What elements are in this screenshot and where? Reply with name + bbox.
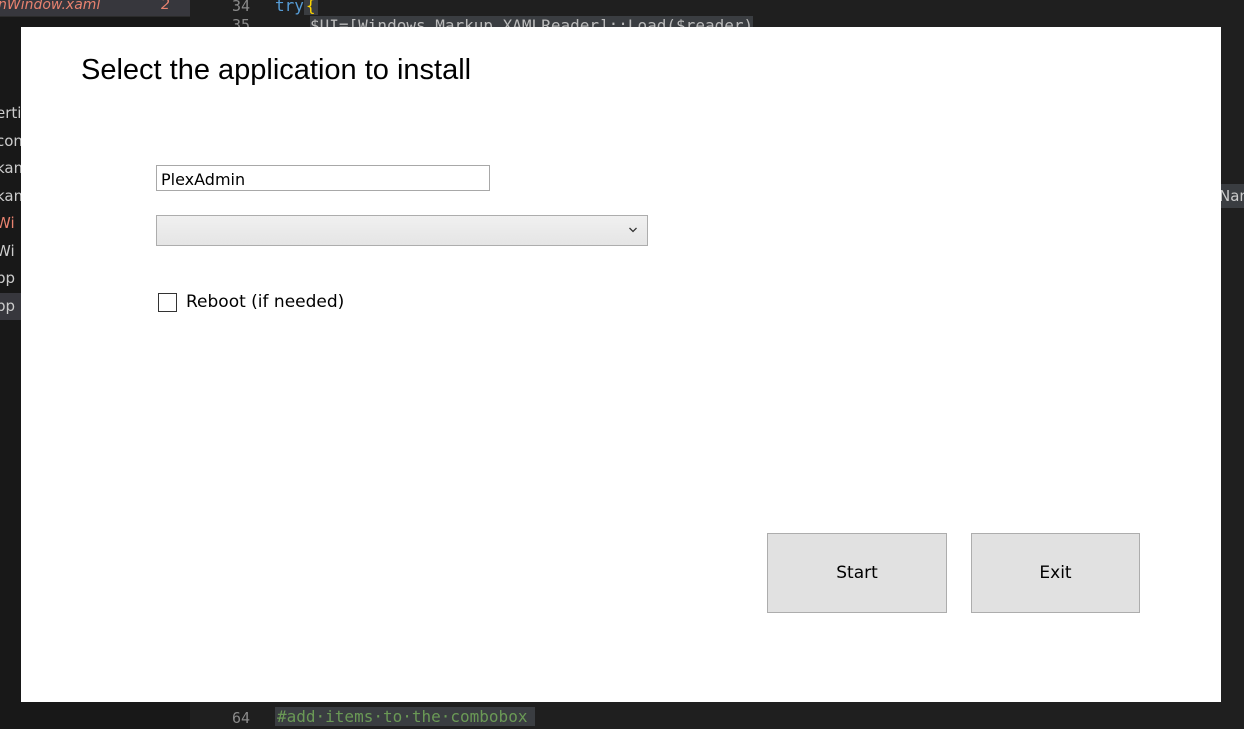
explorer-item[interactable]: kam (0, 183, 22, 211)
chevron-down-icon (629, 227, 637, 233)
explorer-item[interactable]: Wi (0, 238, 22, 266)
dialog-title: Select the application to install (81, 54, 472, 86)
code-comment-line[interactable]: #add·items·to·the·combobox (275, 707, 536, 726)
explorer-item[interactable]: con (0, 128, 22, 156)
install-dialog: Select the application to install Reboot… (21, 27, 1221, 702)
reboot-checkbox[interactable] (158, 293, 177, 312)
start-button[interactable]: Start (767, 533, 947, 613)
application-name-input[interactable] (156, 165, 490, 191)
explorer-list: erti con kam kam Wi Wi pp pp (0, 100, 22, 320)
open-file-name: nWindow.xaml (0, 0, 101, 13)
code-line[interactable]: try{ (275, 0, 318, 15)
open-file-row[interactable]: nWindow.xaml 2 (0, 0, 190, 17)
exit-button[interactable]: Exit (971, 533, 1140, 613)
explorer-item[interactable]: pp (0, 292, 22, 320)
explorer-item[interactable]: Wi (0, 210, 22, 238)
line-number: 34 (231, 0, 250, 15)
explorer-item[interactable]: kam (0, 155, 22, 183)
application-combobox[interactable] (156, 215, 648, 246)
code-brace: { (303, 0, 318, 15)
code-keyword: try (275, 0, 304, 15)
line-number: 64 (231, 709, 250, 727)
problem-count: 2 (161, 0, 170, 13)
code-line[interactable]: $UI=[Windows.Markup.XAMLReader]::Load($r… (310, 16, 754, 27)
line-number: 35 (231, 16, 250, 27)
explorer-item[interactable]: erti (0, 100, 22, 128)
explorer-item[interactable]: pp (0, 265, 22, 293)
reboot-checkbox-label: Reboot (if needed) (186, 292, 345, 312)
